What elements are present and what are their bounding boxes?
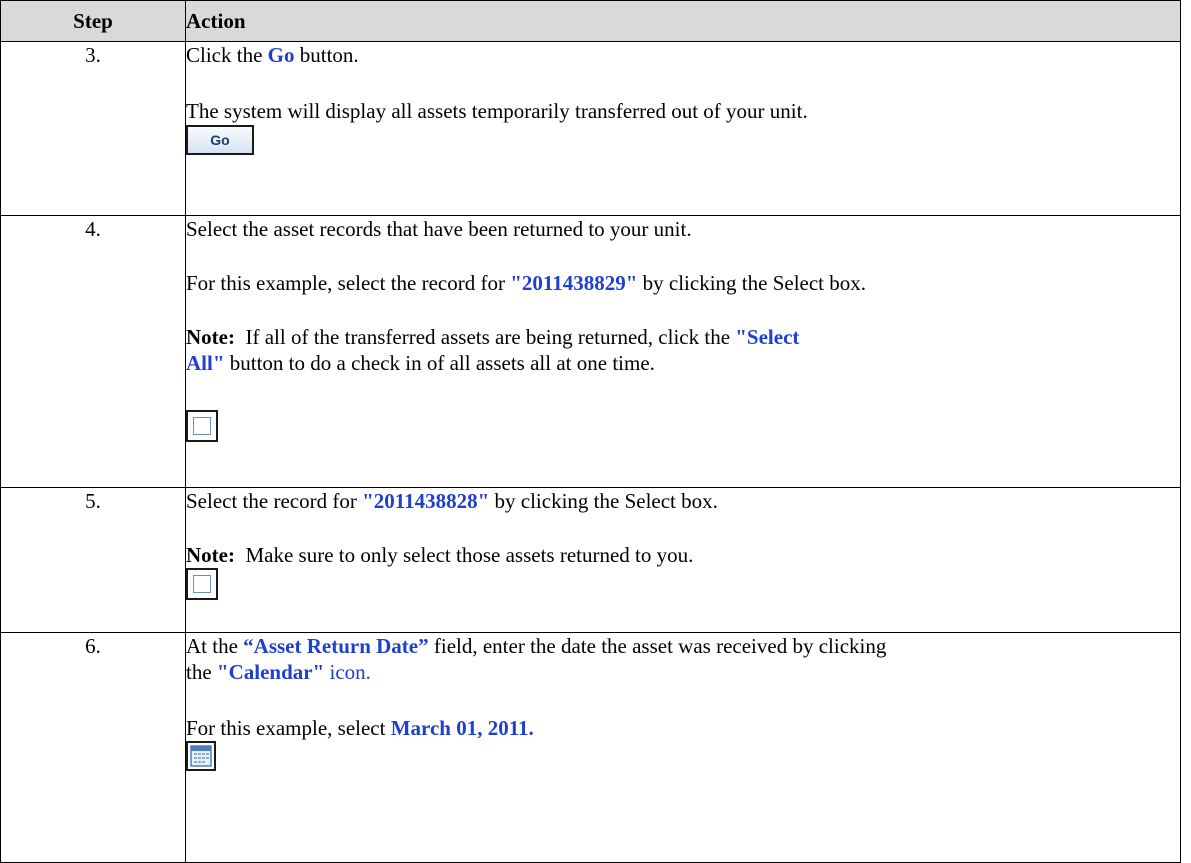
note-line: Note: If all of the transferred assets a… [186, 324, 1180, 350]
steps-table: Step Action 3. Click the Go button. The … [0, 0, 1181, 863]
header-row: Step Action [0, 0, 1181, 42]
select-all-highlight: "Select [735, 325, 800, 349]
step-row-4: 4. Select the asset records that have be… [0, 215, 1181, 488]
note-label: Note: [186, 543, 235, 567]
go-highlight: Go [267, 43, 295, 67]
note-text: If all of the transferred assets are bei… [234, 325, 736, 349]
checkbox-icon [193, 417, 211, 435]
step-action: Select the asset records that have been … [185, 215, 1181, 488]
note-label: Note: [186, 325, 235, 349]
instruction-text: button. [294, 43, 359, 67]
note-text: Make sure to only select those assets re… [234, 543, 694, 567]
note-line: Note: Make sure to only select those ass… [186, 542, 1180, 568]
instruction-line: Select the asset records that have been … [186, 217, 692, 241]
step-number: 5. [0, 487, 186, 633]
instruction-text: the [186, 660, 217, 684]
step-row-3: 3. Click the Go button. The system will … [0, 41, 1181, 216]
record-id-highlight: "2011438828" [362, 489, 490, 513]
calendar-icon [190, 745, 212, 767]
calendar-highlight: "Calendar" [216, 660, 325, 684]
instruction-text: For this example, select the record for [186, 271, 511, 295]
select-checkbox[interactable] [186, 568, 218, 600]
instruction-line-2: the "Calendar" icon. [186, 659, 1180, 685]
step-action: Click the Go button. The system will dis… [185, 41, 1181, 216]
example-line: For this example, select March 01, 2011. [186, 715, 1180, 741]
go-button[interactable]: Go [186, 125, 254, 155]
note-text: button to do a check in of all assets al… [224, 351, 655, 375]
step-number: 6. [0, 632, 186, 863]
step-number: 3. [0, 41, 186, 216]
step-row-6: 6. At the “Asset Return Date” field, ent… [0, 632, 1181, 863]
select-all-highlight: All" [186, 351, 225, 375]
note-line-2: All" button to do a check in of all asse… [186, 350, 1180, 376]
step-column-header: Step [0, 0, 186, 42]
instruction-line: Click the Go button. [186, 42, 1180, 68]
instruction-text: field, enter the date the asset was rece… [428, 634, 887, 658]
action-column-header: Action [185, 0, 1181, 42]
select-checkbox[interactable] [186, 410, 218, 442]
instruction-text: Select the record for [186, 489, 363, 513]
instruction-line: Select the record for "2011438828" by cl… [186, 488, 1180, 514]
instruction-line: At the “Asset Return Date” field, enter … [186, 633, 1180, 659]
record-id-highlight: "2011438829" [510, 271, 638, 295]
instruction-text: Click the [186, 43, 268, 67]
checkbox-icon [193, 575, 211, 593]
date-highlight: March 01, 2011. [390, 716, 534, 740]
step-action: Select the record for "2011438828" by cl… [185, 487, 1181, 633]
example-line: For this example, select the record for … [186, 270, 1180, 296]
result-line: The system will display all assets tempo… [186, 99, 808, 123]
instruction-text: by clicking the Select box. [637, 271, 867, 295]
step-number: 4. [0, 215, 186, 488]
calendar-button[interactable] [186, 741, 216, 771]
instruction-text: by clicking the Select box. [489, 489, 718, 513]
field-name-highlight: “Asset Return Date” [243, 634, 429, 658]
instruction-text: icon. [324, 660, 371, 684]
step-action: At the “Asset Return Date” field, enter … [185, 632, 1181, 863]
instruction-text: For this example, select [186, 716, 391, 740]
step-row-5: 5. Select the record for "2011438828" by… [0, 487, 1181, 633]
instruction-text: At the [186, 634, 244, 658]
